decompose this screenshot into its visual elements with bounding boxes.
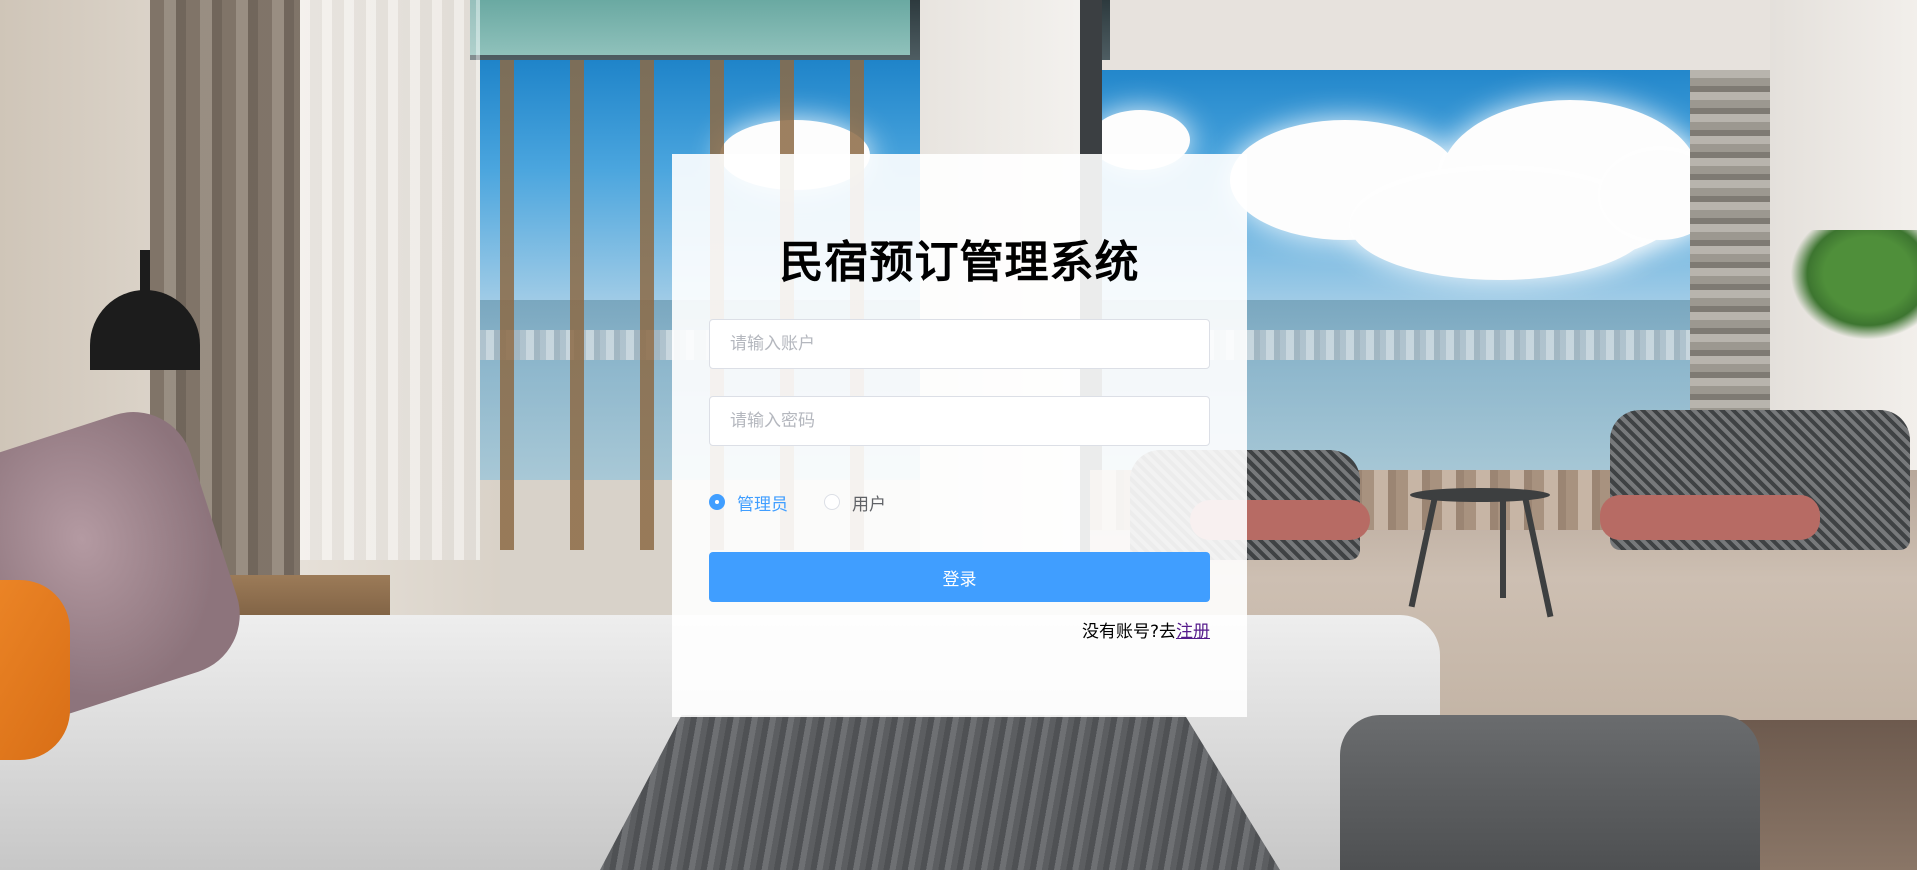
login-button[interactable]: 登录: [709, 552, 1210, 602]
radio-unchecked-icon[interactable]: [824, 494, 840, 510]
bench: [1340, 715, 1760, 870]
account-input[interactable]: [710, 320, 1209, 368]
role-radio-admin[interactable]: 管理员: [709, 490, 788, 515]
account-field[interactable]: [709, 319, 1210, 369]
glass-roof: [470, 0, 910, 55]
radio-checked-icon[interactable]: [709, 494, 725, 510]
lamp-stem: [140, 250, 150, 295]
role-label-user[interactable]: 用户: [852, 490, 886, 515]
chair-cushion: [1600, 495, 1820, 540]
password-input[interactable]: [710, 397, 1209, 445]
role-label-admin[interactable]: 管理员: [737, 490, 788, 515]
bed-throw: [600, 715, 1280, 870]
role-radio-user[interactable]: 用户: [824, 490, 886, 515]
sheer-curtain: [300, 0, 480, 560]
register-prompt: 没有账号?去注册: [1082, 617, 1210, 642]
table-leg: [1500, 498, 1506, 598]
role-radio-group: 管理员 用户: [709, 487, 922, 517]
plant: [1790, 230, 1917, 340]
pillow: [0, 580, 70, 760]
register-prompt-text: 没有账号?去: [1081, 622, 1176, 642]
page-title: 民宿预订管理系统: [779, 237, 1140, 288]
password-field[interactable]: [709, 396, 1210, 446]
register-link[interactable]: 注册: [1176, 622, 1210, 642]
login-panel: 民宿预订管理系统 管理员 用户 登录 没有账号?去注册: [672, 154, 1247, 717]
